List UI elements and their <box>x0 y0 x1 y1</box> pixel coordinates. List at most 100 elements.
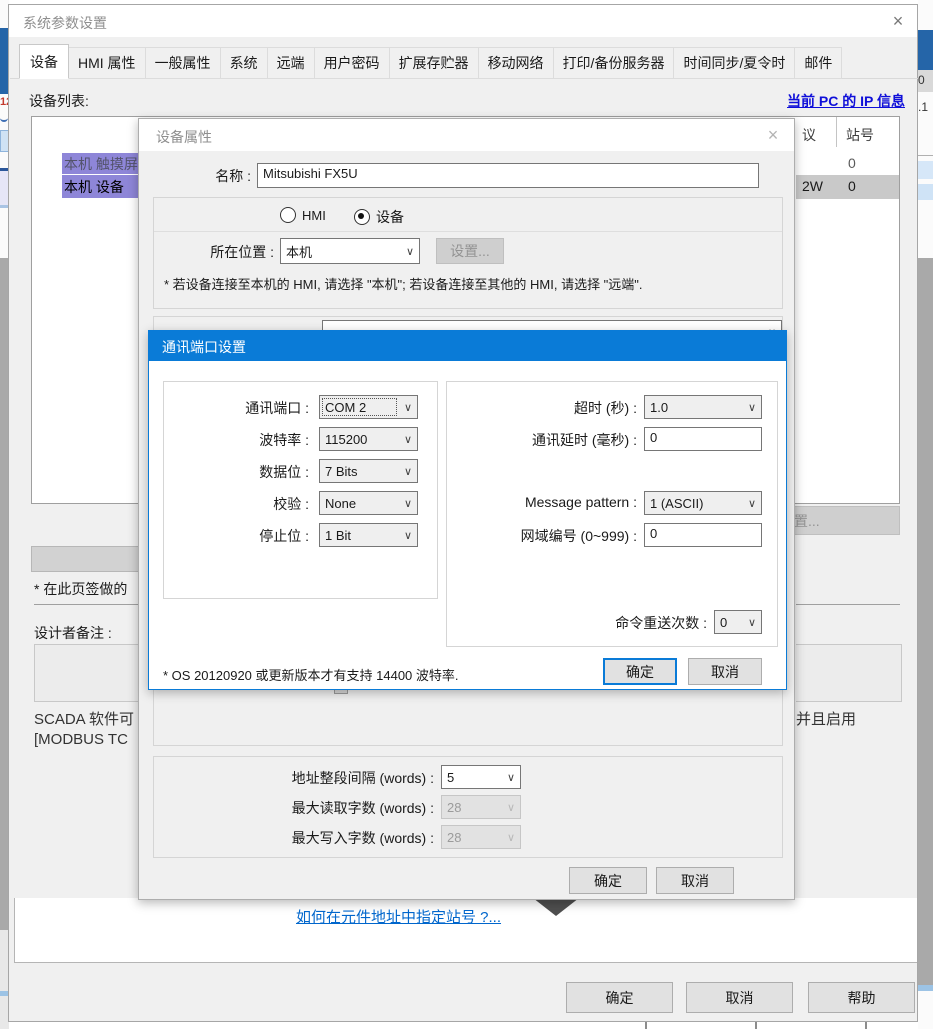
tab-hmi-properties[interactable]: HMI 属性 <box>69 47 146 79</box>
max-read-select: 28∨ <box>441 795 521 819</box>
chevron-down-icon: ∨ <box>401 245 419 258</box>
data-bits-select[interactable]: 7 Bits∨ <box>319 459 418 483</box>
location-note: * 若设备连接至本机的 HMI, 请选择 "本机"; 若设备连接至其他的 HMI… <box>164 274 643 293</box>
parity-select[interactable]: None∨ <box>319 491 418 515</box>
cancel-button[interactable]: 取消 <box>688 658 762 685</box>
timeout-select[interactable]: 1.0∨ <box>644 395 762 419</box>
background-right-strip: 0 .1 <box>918 0 933 1029</box>
close-icon[interactable]: × <box>885 11 911 33</box>
message-pattern-label: Message pattern : <box>447 494 637 510</box>
max-write-select: 28∨ <box>441 825 521 849</box>
cell-fragment: .1 <box>918 100 933 116</box>
chevron-down-icon: ∨ <box>743 497 761 510</box>
max-write-label: 最大写入字数 (words) : <box>214 828 434 848</box>
row-fragment <box>918 184 933 200</box>
radio-hmi[interactable]: HMI <box>280 207 326 223</box>
cell-fragment: 0 <box>918 70 933 92</box>
tab-device[interactable]: 设备 <box>19 44 69 79</box>
device-list-label: 设备列表: <box>29 91 89 111</box>
device-name-input[interactable]: Mitsubishi FX5U <box>257 163 759 188</box>
grid-line <box>865 1022 867 1029</box>
chevron-down-icon: ∨ <box>399 465 417 478</box>
table-row[interactable]: 本机 触摸屏 <box>62 153 148 174</box>
chevron-down-icon: ∨ <box>502 801 520 814</box>
tab-cellular[interactable]: 移动网络 <box>479 47 554 79</box>
background-bottom-strip <box>9 1022 918 1029</box>
cancel-button[interactable]: 取消 <box>686 982 793 1013</box>
message-pattern-select[interactable]: 1 (ASCII)∨ <box>644 491 762 515</box>
trend-icon <box>0 112 8 122</box>
tab-remote[interactable]: 远端 <box>268 47 315 79</box>
tab-printer-backup[interactable]: 打印/备份服务器 <box>554 47 675 79</box>
tab-system[interactable]: 系统 <box>221 47 268 79</box>
dialog-titlebar <box>9 5 917 37</box>
column-header-station: 站号 <box>846 125 874 145</box>
dialog-title: 系统参数设置 <box>23 13 107 33</box>
baud-rate-label: 波特率 : <box>164 430 309 450</box>
grid-line <box>645 1022 647 1029</box>
stop-bits-label: 停止位 : <box>164 526 309 546</box>
location-select[interactable]: 本机∨ <box>280 238 420 264</box>
row2-station-value: 0 <box>848 178 856 194</box>
tab-time-sync[interactable]: 时间同步/夏令时 <box>674 47 795 79</box>
radio-device[interactable]: 设备 <box>354 207 404 227</box>
interval-select[interactable]: 5∨ <box>441 765 521 789</box>
ok-button[interactable]: 确定 <box>569 867 647 894</box>
address-groupbox: 地址整段间隔 (words) : 5∨ 最大读取字数 (words) : 28∨… <box>153 756 783 858</box>
row2-selection-band[interactable]: 2W 0 <box>796 175 900 199</box>
tab-general[interactable]: 一般属性 <box>146 47 221 79</box>
location-groupbox: HMI 设备 所在位置 : 本机∨ 设置... * 若设备连接至本机的 HMI,… <box>153 197 783 309</box>
device-settings-button-partial[interactable]: 置... <box>789 506 900 535</box>
column-header-protocol: 议 <box>802 125 816 145</box>
tab-user-password[interactable]: 用户密码 <box>315 47 390 79</box>
arrow-down-shape <box>533 898 579 916</box>
delay-input[interactable]: 0 <box>644 427 762 451</box>
comm-port-label: 通讯端口 : <box>164 398 309 418</box>
location-label: 所在位置 : <box>174 242 274 262</box>
os-version-note: * OS 20120920 或更新版本才有支持 14400 波特率. <box>163 665 459 684</box>
radio-circle-icon <box>354 209 370 225</box>
focus-rect <box>322 398 397 416</box>
ok-button[interactable]: 确定 <box>566 982 673 1013</box>
workspace-fragment <box>918 258 933 985</box>
resend-count-select[interactable]: 0∨ <box>714 610 762 634</box>
button-fragment[interactable] <box>31 546 139 572</box>
row-fragment <box>918 161 933 179</box>
divider-fragment <box>918 155 933 156</box>
radio-circle-icon <box>280 207 296 223</box>
statusline-fragment <box>918 985 933 991</box>
radio-device-label: 设备 <box>376 207 404 227</box>
baud-rate-select[interactable]: 115200∨ <box>319 427 418 451</box>
chevron-down-icon: ∨ <box>399 401 417 414</box>
ribbon-bar-fragment <box>918 30 933 74</box>
designer-note-label: 设计者备注 : <box>34 623 139 643</box>
station-number-help-link[interactable]: 如何在元件地址中指定站号 ?... <box>296 906 501 927</box>
location-settings-button[interactable]: 设置... <box>436 238 504 264</box>
chevron-down-icon: ∨ <box>502 771 520 784</box>
inner-divider <box>154 231 782 232</box>
table-row[interactable]: 本机 设备 <box>62 175 148 198</box>
designer-note-textarea-fragment[interactable] <box>34 644 139 702</box>
data-bits-label: 数据位 : <box>164 462 309 482</box>
chevron-down-icon: ∨ <box>399 497 417 510</box>
comm-port-select[interactable]: COM 2∨ <box>319 395 418 419</box>
tab-email[interactable]: 邮件 <box>795 47 842 79</box>
network-id-input[interactable]: 0 <box>644 523 762 547</box>
name-label: 名称 : <box>179 166 251 186</box>
timeout-groupbox: 超时 (秒) : 1.0∨ 通讯延时 (毫秒) : 0 Message patt… <box>446 381 778 647</box>
parity-label: 校验 : <box>164 494 309 514</box>
stop-bits-select[interactable]: 1 Bit∨ <box>319 523 418 547</box>
interval-label: 地址整段间隔 (words) : <box>214 768 434 788</box>
ok-button[interactable]: 确定 <box>603 658 677 685</box>
dialog-title: 通讯端口设置 <box>162 337 246 357</box>
section-divider <box>796 604 900 605</box>
current-pc-ip-link[interactable]: 当前 PC 的 IP 信息 <box>787 91 905 111</box>
serial-groupbox: 通讯端口 : COM 2∨ 波特率 : 115200∨ 数据位 : 7 Bits… <box>163 381 438 599</box>
designer-note-textarea-fragment[interactable] <box>796 644 902 702</box>
chevron-down-icon: ∨ <box>399 529 417 542</box>
cancel-button[interactable]: 取消 <box>656 867 734 894</box>
chevron-down-icon: ∨ <box>502 831 520 844</box>
help-button[interactable]: 帮助 <box>808 982 915 1013</box>
tab-extended-memory[interactable]: 扩展存贮器 <box>390 47 479 79</box>
close-icon[interactable]: × <box>760 125 786 147</box>
